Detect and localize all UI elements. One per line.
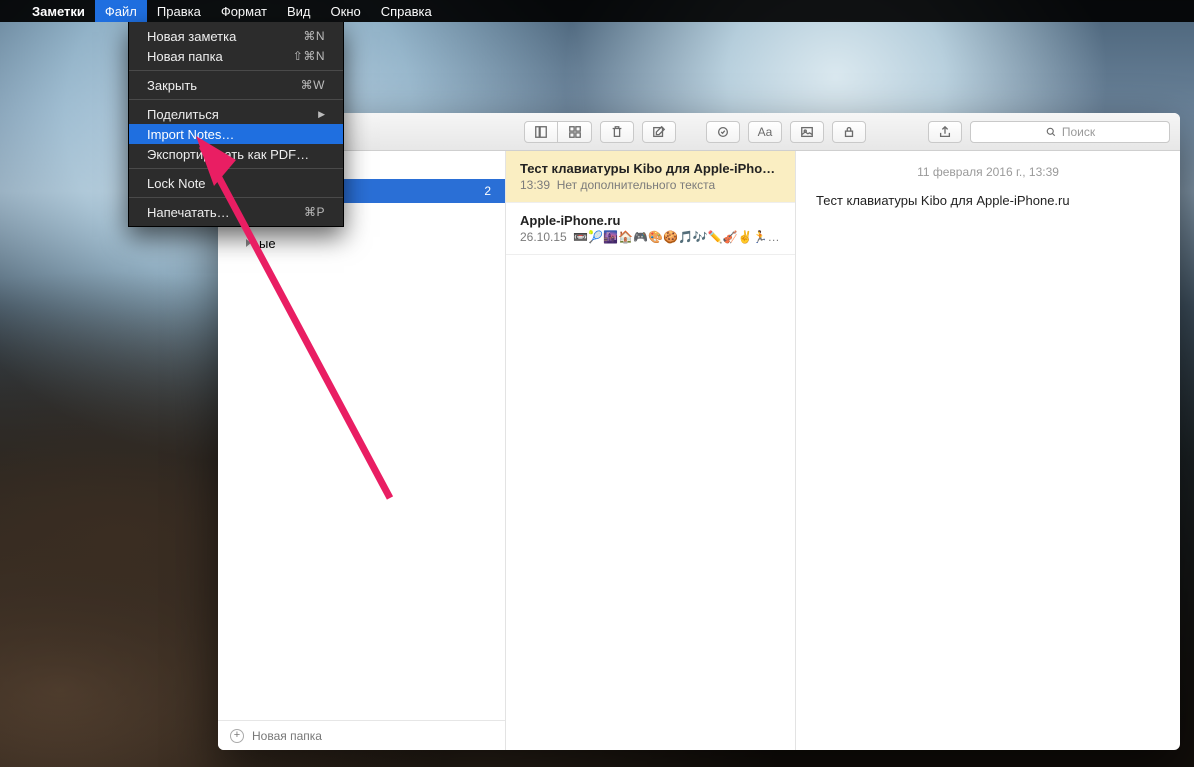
menu-window[interactable]: Окно [321, 0, 371, 22]
menu-item-label: Import Notes… [147, 127, 234, 142]
menu-item-new-note[interactable]: Новая заметка ⌘N [129, 26, 343, 46]
share-button[interactable] [928, 121, 962, 143]
note-body-text: Тест клавиатуры Kibo для Apple-iPhone.ru [816, 193, 1160, 208]
checklist-icon [716, 125, 730, 139]
note-list-item[interactable]: Тест клавиатуры Kibo для Apple-iPho… 13:… [506, 151, 795, 203]
notes-window: Aa Поиск iCloud Заметки 2 [218, 113, 1180, 750]
folder-count: 2 [484, 184, 491, 198]
menu-view[interactable]: Вид [277, 0, 321, 22]
list-view-button[interactable] [524, 121, 558, 143]
share-icon [938, 125, 952, 139]
menu-item-label: Напечатать… [147, 205, 230, 220]
menu-item-label: Новая папка [147, 49, 223, 64]
note-time: 26.10.15 [520, 230, 567, 244]
plus-icon: + [230, 729, 244, 743]
disclosure-triangle-icon [246, 239, 251, 247]
note-date: 11 февраля 2016 г., 13:39 [816, 165, 1160, 179]
menu-item-label: Поделиться [147, 107, 219, 122]
lock-button[interactable] [832, 121, 866, 143]
menu-item-shortcut: ⇧⌘N [293, 49, 325, 63]
sidebar-folder-gmail[interactable]: ые [218, 231, 505, 255]
menu-help[interactable]: Справка [371, 0, 442, 22]
sidebar-footer: + Новая папка [218, 720, 505, 750]
menu-item-export-pdf[interactable]: Экспортировать как PDF… [129, 144, 343, 164]
note-list-item[interactable]: Apple-iPhone.ru 26.10.15 📼🎾🌆🏠🎮🎨🍪🎵🎶✏️🎻✌️🏃… [506, 203, 795, 255]
menu-item-new-folder[interactable]: Новая папка ⇧⌘N [129, 46, 343, 66]
trash-icon [610, 125, 624, 139]
grid-view-button[interactable] [558, 121, 592, 143]
menu-item-shortcut: ⌘N [303, 29, 325, 43]
menu-separator [129, 168, 343, 169]
note-title: Тест клавиатуры Kibo для Apple-iPho… [520, 161, 781, 176]
menu-item-label: Lock Note [147, 176, 206, 191]
app-name[interactable]: Заметки [22, 4, 95, 19]
note-time: 13:39 [520, 178, 550, 192]
note-preview: 📼🎾🌆🏠🎮🎨🍪🎵🎶✏️🎻✌️🏃🕳 [573, 230, 781, 244]
notes-list: Тест клавиатуры Kibo для Apple-iPho… 13:… [506, 151, 796, 750]
note-editor[interactable]: 11 февраля 2016 г., 13:39 Тест клавиатур… [796, 151, 1180, 750]
menu-item-shortcut: ⌘P [304, 205, 325, 219]
menu-item-label: Экспортировать как PDF… [147, 147, 309, 162]
attachment-button[interactable] [790, 121, 824, 143]
note-title: Apple-iPhone.ru [520, 213, 781, 228]
search-icon [1045, 126, 1057, 138]
compose-icon [652, 125, 666, 139]
menu-separator [129, 70, 343, 71]
note-meta: 13:39 Нет дополнительного текста [520, 178, 781, 192]
checklist-button[interactable] [706, 121, 740, 143]
folder-label: ые [259, 236, 276, 251]
lock-icon [842, 125, 856, 139]
note-preview: Нет дополнительного текста [557, 178, 715, 192]
menu-item-print[interactable]: Напечатать… ⌘P [129, 202, 343, 222]
file-menu-dropdown: Новая заметка ⌘N Новая папка ⇧⌘N Закрыть… [128, 22, 344, 227]
format-label: Aa [758, 125, 773, 139]
menu-item-share[interactable]: Поделиться [129, 104, 343, 124]
menu-item-lock-note[interactable]: Lock Note [129, 173, 343, 193]
list-view-icon [534, 125, 548, 139]
format-button[interactable]: Aa [748, 121, 782, 143]
sidebar: iCloud Заметки 2 Gmail ые + Новая папка [218, 151, 506, 750]
new-note-button[interactable] [642, 121, 676, 143]
new-folder-button[interactable]: Новая папка [252, 729, 322, 743]
toolbar: Aa Поиск [218, 113, 1180, 151]
menu-item-label: Новая заметка [147, 29, 236, 44]
note-meta: 26.10.15 📼🎾🌆🏠🎮🎨🍪🎵🎶✏️🎻✌️🏃🕳 [520, 230, 781, 244]
menu-file[interactable]: Файл [95, 0, 147, 22]
delete-button[interactable] [600, 121, 634, 143]
search-input[interactable]: Поиск [970, 121, 1170, 143]
menu-item-shortcut: ⌘W [301, 78, 325, 92]
menu-item-close[interactable]: Закрыть ⌘W [129, 75, 343, 95]
menubar: Заметки Файл Правка Формат Вид Окно Спра… [0, 0, 1194, 22]
menu-separator [129, 99, 343, 100]
photo-icon [800, 125, 814, 139]
view-mode-group [524, 121, 592, 143]
menu-item-label: Закрыть [147, 78, 197, 93]
search-placeholder: Поиск [1062, 125, 1095, 139]
menu-format[interactable]: Формат [211, 0, 277, 22]
menu-edit[interactable]: Правка [147, 0, 211, 22]
menu-item-import-notes[interactable]: Import Notes… [129, 124, 343, 144]
menu-separator [129, 197, 343, 198]
grid-view-icon [568, 125, 582, 139]
